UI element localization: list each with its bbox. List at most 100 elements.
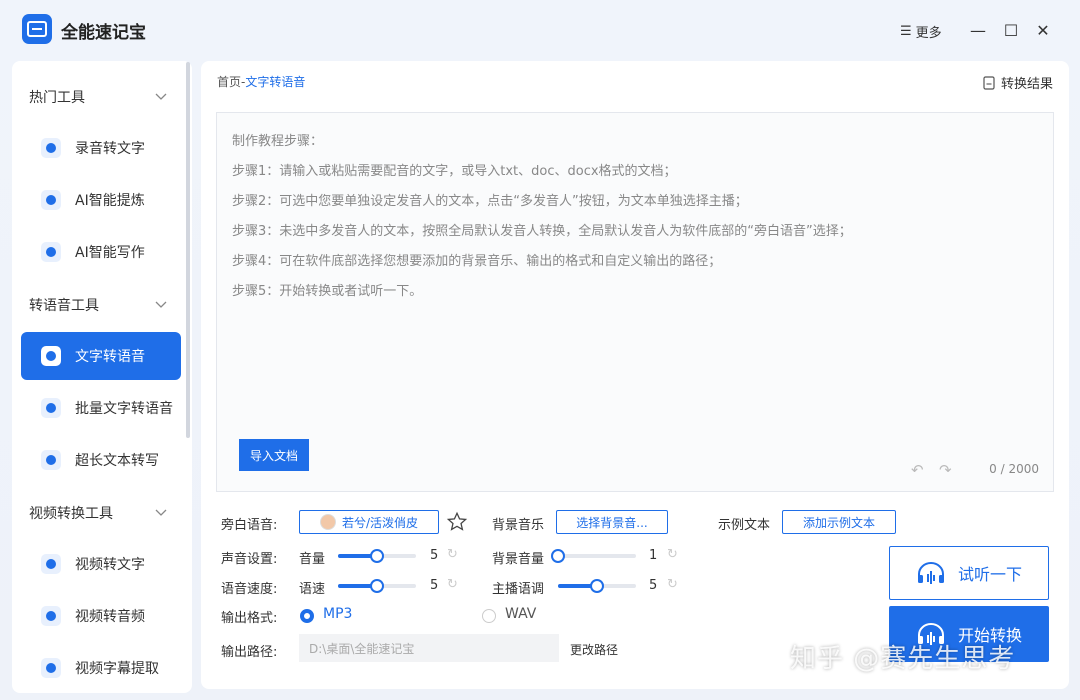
reset-icon[interactable]: ↻ [447, 547, 458, 562]
output-path-label: 输出路径: [221, 645, 278, 660]
more-menu-button[interactable]: ☰ 更多 [900, 22, 942, 41]
audio-to-text-icon [41, 138, 61, 158]
conversion-result-link[interactable]: 转换结果 [983, 73, 1053, 92]
sidebar-item-ai-extract[interactable]: AI智能提炼 [21, 176, 181, 224]
batch-tts-icon [41, 398, 61, 418]
reset-icon[interactable]: ↻ [667, 547, 678, 562]
ai-extract-icon [41, 190, 61, 210]
ai-write-icon [41, 242, 61, 262]
sidebar-item-label: 批量文字转语音 [75, 401, 173, 417]
speed-label: 语速 [299, 582, 326, 597]
sidebar-item-label: 录音转文字 [75, 141, 145, 157]
sound-settings-label: 声音设置: [221, 552, 278, 567]
sidebar-item-label: 视频字幕提取 [75, 661, 159, 677]
document-icon [983, 75, 995, 90]
speed-slider[interactable] [338, 579, 416, 593]
more-label: 更多 [915, 26, 942, 41]
chevron-down-icon[interactable] [155, 298, 167, 310]
output-format-label: 输出格式: [221, 611, 278, 626]
speed-value: 5 [430, 578, 439, 593]
sidebar-scrollbar[interactable] [186, 62, 190, 438]
breadcrumb: 首页-文字转语音 [217, 73, 305, 90]
narration-label: 旁白语音: [221, 518, 278, 533]
reset-icon[interactable]: ↻ [667, 577, 678, 592]
sidebar-item-text-to-speech[interactable]: 文字转语音 [21, 332, 181, 380]
sidebar-item-audio-to-text[interactable]: 录音转文字 [21, 124, 181, 172]
import-document-button[interactable]: 导入文档 [239, 439, 309, 471]
sidebar-item-batch-tts[interactable]: 批量文字转语音 [21, 384, 181, 432]
breadcrumb-home[interactable]: 首页 [217, 75, 241, 89]
app-logo-icon [22, 14, 52, 44]
editor-line: 步骤1：请输入或粘贴需要配音的文字，或导入txt、doc、docx格式的文档； [232, 164, 677, 179]
editor-line: 步骤5：开始转换或者试听一下。 [232, 284, 423, 299]
sidebar-item-label: AI智能提炼 [75, 193, 145, 209]
editor-line: 步骤3：未选中多发音人的文本，按照全局默认发音人转换，全局默认发音人为软件底部的… [232, 224, 852, 239]
section-video-tools[interactable]: 视频转换工具 [29, 503, 113, 523]
text-to-speech-icon [41, 346, 61, 366]
redo-icon[interactable]: ↷ [939, 461, 952, 479]
sidebar-item-video-to-audio[interactable]: 视频转音频 [21, 592, 181, 640]
sidebar-item-video-to-text[interactable]: 视频转文字 [21, 540, 181, 588]
add-sample-text-button[interactable]: 添加示例文本 [782, 510, 896, 534]
sidebar-item-label: 超长文本转写 [75, 453, 159, 469]
chevron-down-icon[interactable] [155, 90, 167, 102]
main-panel: 首页-文字转语音 转换结果 制作教程步骤： 步骤1：请输入或粘贴需要配音的文字，… [201, 61, 1069, 689]
headphones-icon [917, 562, 944, 584]
slider-knob[interactable] [370, 579, 384, 593]
text-editor[interactable]: 制作教程步骤： 步骤1：请输入或粘贴需要配音的文字，或导入txt、doc、doc… [216, 112, 1054, 492]
preview-label: 试听一下 [957, 565, 1022, 584]
editor-line: 制作教程步骤： [232, 134, 324, 149]
sidebar-item-ai-write[interactable]: AI智能写作 [21, 228, 181, 276]
format-mp3-radio[interactable] [300, 609, 314, 623]
watermark: 知乎 @赛先生思考 [790, 644, 1016, 674]
sidebar-item-long-text[interactable]: 超长文本转写 [21, 436, 181, 484]
section-hot-tools[interactable]: 热门工具 [29, 87, 85, 107]
breadcrumb-current: 文字转语音 [245, 75, 306, 89]
editor-line: 步骤4：可在软件底部选择您想要添加的背景音乐、输出的格式和自定义输出的路径； [232, 254, 722, 269]
video-to-audio-icon [41, 606, 61, 626]
slider-knob[interactable] [551, 549, 565, 563]
slider-knob[interactable] [370, 549, 384, 563]
sidebar-item-label: 视频转文字 [75, 557, 145, 573]
output-path-field[interactable]: D:\桌面\全能速记宝 [299, 634, 559, 662]
conversion-result-label: 转换结果 [1000, 77, 1053, 92]
title-bar: 全能速记宝 ☰ 更多 — ☐ ✕ [0, 0, 1080, 60]
maximize-button[interactable]: ☐ [1001, 20, 1021, 40]
format-wav-label[interactable]: WAV [505, 606, 536, 622]
format-mp3-label[interactable]: MP3 [323, 606, 352, 622]
format-wav-radio[interactable] [482, 609, 496, 623]
menu-icon: ☰ [900, 24, 912, 39]
narration-voice-button[interactable]: 若兮/活泼俏皮 [299, 510, 439, 534]
undo-icon[interactable]: ↶ [911, 461, 924, 479]
chevron-down-icon[interactable] [155, 506, 167, 518]
bg-volume-value: 1 [649, 548, 658, 563]
sample-text-label: 示例文本 [718, 518, 771, 533]
avatar [319, 514, 336, 530]
editor-line: 步骤2：可选中您要单独设定发音人的文本，点击“多发音人”按钮，为文本单独选择主播… [232, 194, 748, 209]
section-tts-tools[interactable]: 转语音工具 [29, 295, 99, 315]
reset-icon[interactable]: ↻ [447, 577, 458, 592]
sidebar-item-subtitle-extract[interactable]: 视频字幕提取 [21, 644, 181, 692]
sidebar-item-label: 视频转音频 [75, 609, 145, 625]
pitch-value: 5 [649, 578, 658, 593]
slider-knob[interactable] [590, 579, 604, 593]
sidebar-item-label: 文字转语音 [75, 349, 145, 365]
volume-slider[interactable] [338, 549, 416, 563]
sidebar-item-label: AI智能写作 [75, 245, 145, 261]
bgm-label: 背景音乐 [492, 518, 545, 533]
pitch-label: 主播语调 [492, 582, 545, 597]
app-title: 全能速记宝 [61, 23, 146, 43]
bg-volume-label: 背景音量 [492, 552, 545, 567]
select-bgm-button[interactable]: 选择背景音... [556, 510, 668, 534]
close-button[interactable]: ✕ [1033, 20, 1053, 40]
character-counter: 0 / 2000 [989, 462, 1039, 476]
bg-volume-slider[interactable] [551, 549, 636, 563]
star-icon[interactable] [446, 511, 468, 533]
volume-label: 音量 [299, 552, 326, 567]
voice-name: 若兮/活泼俏皮 [341, 515, 419, 530]
pitch-slider[interactable] [558, 579, 636, 593]
preview-button[interactable]: 试听一下 [889, 546, 1049, 600]
minimize-button[interactable]: — [968, 20, 988, 40]
long-text-icon [41, 450, 61, 470]
change-path-button[interactable]: 更改路径 [570, 641, 618, 658]
